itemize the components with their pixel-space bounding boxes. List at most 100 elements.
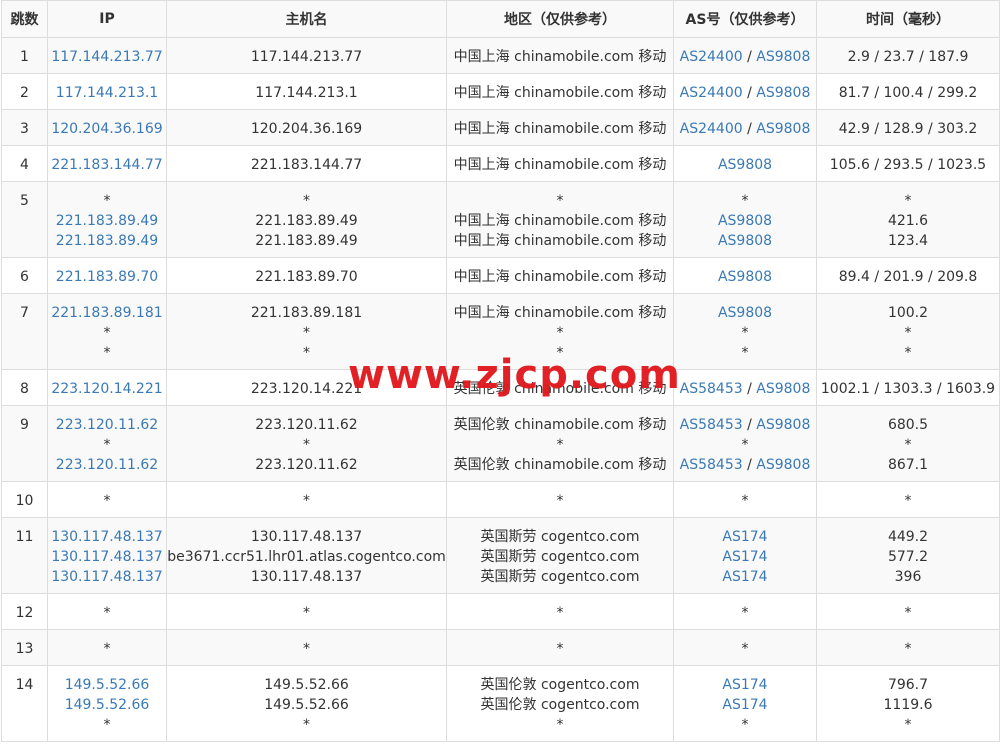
as-link[interactable]: AS9808 (718, 269, 772, 285)
hop-number: 13 (15, 641, 34, 657)
hostname-text: * (303, 605, 310, 621)
as-cell: AS24400 / AS9808 (673, 109, 817, 146)
region-text: 中国上海 chinamobile.com 移动 (453, 157, 667, 173)
ip-link[interactable]: 117.144.213.1 (48, 83, 166, 103)
hop-number: 7 (20, 305, 29, 321)
as-line: AS24400 / AS9808 (674, 83, 816, 103)
traceroute-table: 跳数 IP 主机名 地区（仅供参考） AS号（仅供参考） 时间（毫秒） 1 117… (1, 0, 1000, 742)
as-line: AS9808 (674, 267, 816, 287)
region-cell: 中国上海 chinamobile.com 移动 (446, 109, 674, 146)
as-link[interactable]: AS58453 (680, 457, 743, 473)
as-link[interactable]: AS9808 (718, 305, 772, 321)
ip-link: * (103, 345, 111, 361)
table-row: 11 130.117.48.137 130.117.48.137 130.117.48… (1, 517, 1000, 594)
ip-link[interactable]: 221.183.89.49 (48, 211, 166, 231)
as-cell: * AS9808 AS9808 (673, 181, 817, 258)
ip-cell: 223.120.14.221 (47, 369, 167, 406)
as-link[interactable]: AS174 (722, 677, 767, 693)
as-link[interactable]: AS58453 (680, 381, 743, 397)
ip-link[interactable]: 149.5.52.66 (48, 695, 166, 715)
as-line: AS58453 / AS9808 (674, 379, 816, 399)
table-row: 14 149.5.52.66 149.5.52.66 * 149.5.52.66 149.… (1, 665, 1000, 742)
region-text: 英国斯劳 cogentco.com (480, 529, 640, 545)
region-text: 英国伦敦 chinamobile.com 移动 (453, 417, 667, 433)
hop-number: 3 (20, 121, 29, 137)
ip-link[interactable]: 221.183.89.49 (48, 231, 166, 251)
table-row: 4 221.183.144.77 221.183.144.77 中国上海 chinam… (1, 145, 1000, 182)
as-link[interactable]: AS9808 (718, 213, 772, 229)
as-link[interactable]: AS9808 (756, 49, 810, 65)
as-link[interactable]: AS24400 (680, 85, 743, 101)
hostname-text: 221.183.89.70 (255, 269, 358, 285)
ip-link[interactable]: 130.117.48.137 (48, 527, 166, 547)
latency-text: * (904, 717, 912, 733)
as-link[interactable]: AS174 (722, 549, 767, 565)
region-cell: * (446, 481, 674, 518)
as-link[interactable]: AS9808 (718, 157, 772, 173)
hostname-cell: 221.183.144.77 (166, 145, 447, 182)
as-link[interactable]: AS9808 (756, 417, 810, 433)
ip-link[interactable]: 221.183.89.181 (48, 303, 166, 323)
ip-link[interactable]: 117.144.213.77 (48, 47, 166, 67)
time-cell: * (816, 593, 1000, 630)
as-link[interactable]: AS9808 (756, 121, 810, 137)
ip-cell: 117.144.213.1 (47, 73, 167, 110)
latency-text: 42.9 / 128.9 / 303.2 (838, 121, 978, 137)
region-text: 英国伦敦 chinamobile.com 移动 (453, 457, 667, 473)
as-line: AS174 (674, 567, 816, 587)
hostname-text: * (303, 345, 310, 361)
as-link[interactable]: AS24400 (680, 49, 743, 65)
hostname-text: be3671.ccr51.lhr01.atlas.cogentco.com (167, 549, 446, 565)
as-cell: AS174 AS174 * (673, 665, 817, 742)
as-link: * (741, 437, 749, 453)
as-link[interactable]: AS174 (722, 529, 767, 545)
latency-text: 796.7 (887, 677, 929, 693)
as-link[interactable]: AS58453 (680, 417, 743, 433)
ip-link[interactable]: 221.183.144.77 (48, 155, 166, 175)
as-link[interactable]: AS9808 (756, 457, 810, 473)
as-separator: / (742, 417, 757, 433)
region-cell: 中国上海 chinamobile.com 移动 (446, 257, 674, 294)
hostname-text: 223.120.14.221 (250, 381, 363, 397)
header-hostname: 主机名 (166, 0, 447, 38)
time-cell: * (816, 629, 1000, 666)
hostname-text: * (303, 493, 310, 509)
as-link[interactable]: AS9808 (756, 85, 810, 101)
hostname-cell: 223.120.14.221 (166, 369, 447, 406)
time-cell: 2.9 / 23.7 / 187.9 (816, 37, 1000, 74)
latency-text: 105.6 / 293.5 / 1023.5 (829, 157, 987, 173)
as-link[interactable]: AS174 (722, 569, 767, 585)
ip-link[interactable]: 221.183.89.70 (48, 267, 166, 287)
as-cell: AS174 AS174 AS174 (673, 517, 817, 594)
time-cell: 1002.1 / 1303.3 / 1603.9 (816, 369, 1000, 406)
as-line: * (674, 191, 816, 211)
ip-link[interactable]: 223.120.11.62 (48, 415, 166, 435)
header-time: 时间（毫秒） (816, 0, 1000, 38)
ip-link[interactable]: 120.204.36.169 (48, 119, 166, 139)
region-text: 英国伦敦 cogentco.com (480, 697, 640, 713)
as-link[interactable]: AS9808 (718, 233, 772, 249)
region-cell: 英国伦敦 chinamobile.com 移动 * 英国伦敦 chinamobile… (446, 405, 674, 482)
as-link[interactable]: AS24400 (680, 121, 743, 137)
ip-link[interactable]: 130.117.48.137 (48, 547, 166, 567)
as-link[interactable]: AS9808 (756, 381, 810, 397)
as-link[interactable]: AS174 (722, 697, 767, 713)
as-line: * (674, 435, 816, 455)
hop-cell: 5 (1, 181, 48, 258)
latency-text: 680.5 (887, 417, 929, 433)
as-line: * (674, 715, 816, 735)
ip-link: * (103, 325, 111, 341)
ip-link[interactable]: 149.5.52.66 (48, 675, 166, 695)
ip-cell: * (47, 629, 167, 666)
hostname-text: 223.120.11.62 (255, 417, 358, 433)
ip-link[interactable]: 130.117.48.137 (48, 567, 166, 587)
hostname-text: * (303, 325, 310, 341)
ip-cell: * (47, 481, 167, 518)
table-row: 3 120.204.36.169 120.204.36.169 中国上海 chinam… (1, 109, 1000, 146)
latency-text: 421.6 (887, 213, 929, 229)
hop-number: 8 (20, 381, 29, 397)
ip-link[interactable]: 223.120.11.62 (48, 455, 166, 475)
as-cell: AS9808 (673, 145, 817, 182)
latency-text: 100.2 (887, 305, 929, 321)
ip-link[interactable]: 223.120.14.221 (48, 379, 166, 399)
